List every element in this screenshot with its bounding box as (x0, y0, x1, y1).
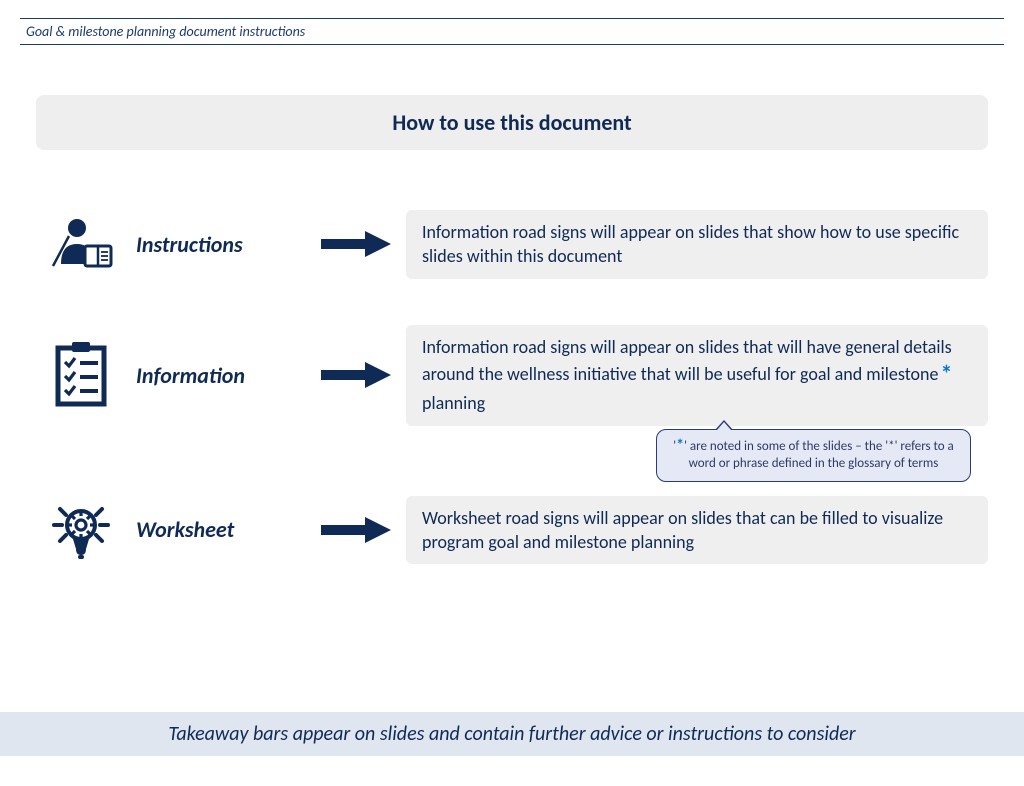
title-bar: How to use this document (36, 95, 988, 150)
worksheet-icon (36, 497, 126, 563)
footer-text: Takeaway bars appear on slides and conta… (168, 722, 855, 746)
row-description: Information road signs will appear on sl… (406, 210, 988, 279)
glossary-callout: '*' are noted in some of the slides – th… (656, 429, 971, 483)
desc-text-pre: Information road signs will appear on sl… (422, 336, 952, 385)
takeaway-bar: Takeaway bars appear on slides and conta… (0, 712, 1024, 756)
row-description: Information road signs will appear on sl… (406, 325, 988, 426)
row-label: Worksheet (136, 516, 306, 543)
arrow-icon (316, 362, 396, 388)
arrow-icon (316, 231, 396, 257)
row-label: Information (136, 362, 306, 389)
row-information: Information Information road signs will … (36, 325, 988, 426)
callout-text: ' are noted in some of the slides – the … (684, 439, 954, 472)
desc-text-post: planning (422, 392, 485, 414)
row-worksheet: Worksheet Worksheet road signs will appe… (36, 496, 988, 565)
header-rule-bottom (20, 44, 1004, 45)
row-description: Worksheet road signs will appear on slid… (406, 496, 988, 565)
rows-container: Instructions Information road signs will… (36, 210, 988, 564)
row-label: Instructions (136, 231, 306, 258)
information-icon (36, 342, 126, 408)
header-label: Goal & milestone planning document instr… (0, 19, 1024, 44)
asterisk-icon: * (938, 360, 954, 389)
callout-star-icon: * (676, 436, 684, 455)
arrow-icon (316, 517, 396, 543)
instructions-icon (36, 216, 126, 272)
page-title: How to use this document (36, 109, 988, 136)
row-instructions: Instructions Information road signs will… (36, 210, 988, 279)
